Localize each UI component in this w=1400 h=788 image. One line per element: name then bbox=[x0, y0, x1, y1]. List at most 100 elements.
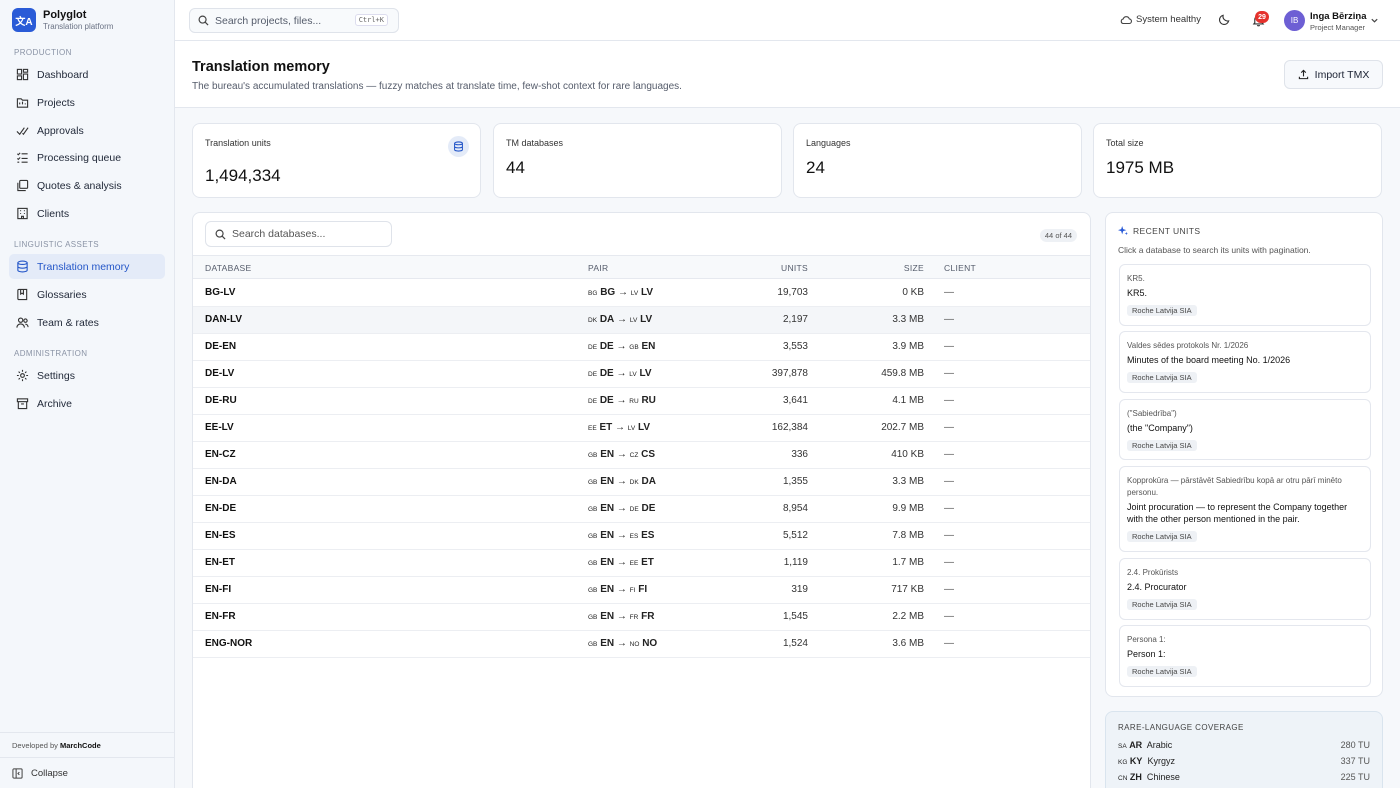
column-header-units[interactable]: UNITS bbox=[781, 256, 808, 280]
unit-source-text: Valdes sēdes protokols Nr. 1/2026 bbox=[1127, 341, 1249, 350]
database-name[interactable]: ENG-NOR bbox=[205, 631, 252, 657]
database-name[interactable]: DAN-LV bbox=[205, 307, 242, 333]
table-row[interactable]: DAN-LV DK DA → LV LV 2,197 3.3 MB — bbox=[193, 307, 1090, 334]
table-row[interactable]: EN-DA GB EN → DK DA 1,355 3.3 MB — bbox=[193, 469, 1090, 496]
developer-name[interactable]: MarchCode bbox=[60, 741, 101, 750]
system-status[interactable]: System healthy bbox=[1120, 14, 1201, 25]
language-name: Chinese bbox=[1146, 772, 1180, 782]
unit-count: 5,512 bbox=[782, 530, 808, 541]
folder-icon bbox=[16, 98, 29, 108]
column-header-database[interactable]: DATABASE bbox=[205, 256, 252, 280]
table-row[interactable]: EN-ET GB EN → EE ET 1,119 1.7 MB — bbox=[193, 550, 1090, 577]
language-pair: GB EN → ES ES bbox=[588, 530, 655, 541]
recent-unit-card[interactable]: 2.4. Prokūrists 2.4. Procurator Roche Latv… bbox=[1119, 558, 1371, 620]
source-flag: GB bbox=[588, 533, 598, 540]
target-lang: FR bbox=[641, 611, 655, 622]
recent-units-panel: RECENT UNITS Click a database to search … bbox=[1105, 212, 1383, 697]
source-flag: DE bbox=[588, 344, 598, 351]
sidebar-item-settings[interactable]: Settings bbox=[9, 363, 165, 388]
column-header-client[interactable]: CLIENT bbox=[944, 256, 976, 280]
target-lang: NO bbox=[642, 638, 658, 649]
database-name[interactable]: EN-ES bbox=[205, 523, 236, 549]
sidebar-item-archive[interactable]: Archive bbox=[9, 391, 165, 416]
language-code: ZH bbox=[1129, 772, 1142, 782]
sidebar-item-glossaries[interactable]: Glossaries bbox=[9, 282, 165, 307]
language-pair: GB EN → CZ CS bbox=[588, 449, 656, 460]
language-code: KY bbox=[1129, 756, 1143, 766]
collapse-label: Collapse bbox=[31, 767, 68, 779]
unit-source-text: Persona 1: bbox=[1127, 635, 1166, 644]
column-header-size[interactable]: SIZE bbox=[904, 256, 924, 280]
database-name[interactable]: DE-EN bbox=[205, 334, 236, 360]
user-name[interactable]: Inga Bērziņa bbox=[1310, 11, 1367, 22]
language-name: Arabic bbox=[1146, 740, 1173, 750]
moon-icon[interactable] bbox=[1218, 13, 1231, 26]
collapse-button[interactable]: Collapse bbox=[0, 757, 174, 788]
language-pair: GB EN → DE DE bbox=[588, 503, 656, 514]
table-row[interactable]: DE-LV DE DE → LV LV 397,878 459.8 MB — bbox=[193, 361, 1090, 388]
database-name[interactable]: DE-RU bbox=[205, 388, 237, 414]
target-flag: ES bbox=[629, 533, 639, 540]
sidebar-item-label: Dashboard bbox=[37, 68, 89, 81]
archive-icon bbox=[16, 398, 29, 410]
table-row[interactable]: EN-CZ GB EN → CZ CS 336 410 KB — bbox=[193, 442, 1090, 469]
unit-count: 1,545 bbox=[782, 611, 808, 622]
database-name[interactable]: EN-ET bbox=[205, 550, 235, 576]
rare-language-row: CN ZH Chinese 225 TU bbox=[1118, 772, 1370, 782]
database-name[interactable]: DE-LV bbox=[205, 361, 234, 387]
client-tag: Roche Latvija SIA bbox=[1127, 531, 1197, 542]
chevron-down-icon[interactable] bbox=[1370, 16, 1379, 25]
sidebar-item-label: Glossaries bbox=[37, 288, 87, 301]
sidebar-item-clients[interactable]: Clients bbox=[9, 201, 165, 226]
source-flag: GB bbox=[588, 641, 598, 648]
sidebar-item-dashboard[interactable]: Dashboard bbox=[9, 62, 165, 87]
database-name[interactable]: EE-LV bbox=[205, 415, 234, 441]
sidebar-item-quotes[interactable]: Quotes & analysis bbox=[9, 173, 165, 198]
table-row[interactable]: EN-FI GB EN → FI FI 319 717 KB — bbox=[193, 577, 1090, 604]
page-header: Translation memory The bureau's accumula… bbox=[175, 41, 1400, 108]
sidebar-item-processing-queue[interactable]: Processing queue bbox=[9, 145, 165, 170]
stat-value: 1,494,334 bbox=[205, 166, 281, 185]
unit-count: 1,524 bbox=[782, 638, 808, 649]
db-size: 459.8 MB bbox=[881, 368, 924, 379]
language-pair: DE DE → RU RU bbox=[588, 395, 656, 406]
avatar[interactable]: IB bbox=[1284, 10, 1305, 31]
brand[interactable]: 文A Polyglot Translation platform bbox=[12, 8, 113, 32]
database-name[interactable]: EN-FI bbox=[205, 577, 231, 603]
table-row[interactable]: EN-DE GB EN → DE DE 8,954 9.9 MB — bbox=[193, 496, 1090, 523]
recent-unit-card[interactable]: KR5. KR5. Roche Latvija SIA bbox=[1119, 264, 1371, 326]
table-row[interactable]: DE-RU DE DE → RU RU 3,641 4.1 MB — bbox=[193, 388, 1090, 415]
notification-badge: 29 bbox=[1255, 11, 1269, 23]
sidebar-item-projects[interactable]: Projects bbox=[9, 90, 165, 115]
target-lang: ES bbox=[641, 530, 655, 541]
sidebar-item-approvals[interactable]: Approvals bbox=[9, 118, 165, 143]
table-row[interactable]: DE-EN DE DE → GB EN 3,553 3.9 MB — bbox=[193, 334, 1090, 361]
app-name: Polyglot bbox=[43, 9, 87, 21]
column-header-pair[interactable]: PAIR bbox=[588, 256, 608, 280]
database-name[interactable]: EN-DA bbox=[205, 469, 237, 495]
global-search-input[interactable]: Search projects, files... Ctrl+K bbox=[189, 8, 399, 33]
database-name[interactable]: BG-LV bbox=[205, 280, 235, 306]
recent-unit-card[interactable]: Kopprokūra — pārstāvēt Sabiedrību kopā a… bbox=[1119, 466, 1371, 552]
database-icon bbox=[17, 260, 28, 273]
recent-unit-card[interactable]: Persona 1: Person 1: Roche Latvija SIA bbox=[1119, 625, 1371, 687]
table-row[interactable]: EE-LV EE ET → LV LV 162,384 202.7 MB — bbox=[193, 415, 1090, 442]
database-search-input[interactable]: Search databases... bbox=[205, 221, 392, 247]
database-name[interactable]: EN-DE bbox=[205, 496, 236, 522]
recent-unit-card[interactable]: Valdes sēdes protokols Nr. 1/2026 Minutes… bbox=[1119, 331, 1371, 393]
sidebar-item-team-rates[interactable]: Team & rates bbox=[9, 310, 165, 335]
source-flag: BG bbox=[588, 290, 598, 297]
recent-unit-card[interactable]: ("Sabiedrība") (the "Company") Roche Latvi… bbox=[1119, 399, 1371, 460]
database-name[interactable]: EN-FR bbox=[205, 604, 236, 630]
table-row[interactable]: EN-ES GB EN → ES ES 5,512 7.8 MB — bbox=[193, 523, 1090, 550]
db-size: 3.6 MB bbox=[892, 638, 924, 649]
unit-target-text: Person 1: bbox=[1127, 649, 1166, 659]
sidebar-item-translation-memory[interactable]: Translation memory bbox=[9, 254, 165, 279]
table-row[interactable]: BG-LV BG BG → LV LV 19,703 0 KB — bbox=[193, 280, 1090, 307]
client-name: — bbox=[944, 638, 954, 649]
import-tmx-button[interactable]: Import TMX bbox=[1284, 60, 1383, 89]
language-flag: SA bbox=[1118, 743, 1127, 750]
database-name[interactable]: EN-CZ bbox=[205, 442, 236, 468]
table-row[interactable]: EN-FR GB EN → FR FR 1,545 2.2 MB — bbox=[193, 604, 1090, 631]
table-row[interactable]: ENG-NOR GB EN → NO NO 1,524 3.6 MB — bbox=[193, 631, 1090, 658]
